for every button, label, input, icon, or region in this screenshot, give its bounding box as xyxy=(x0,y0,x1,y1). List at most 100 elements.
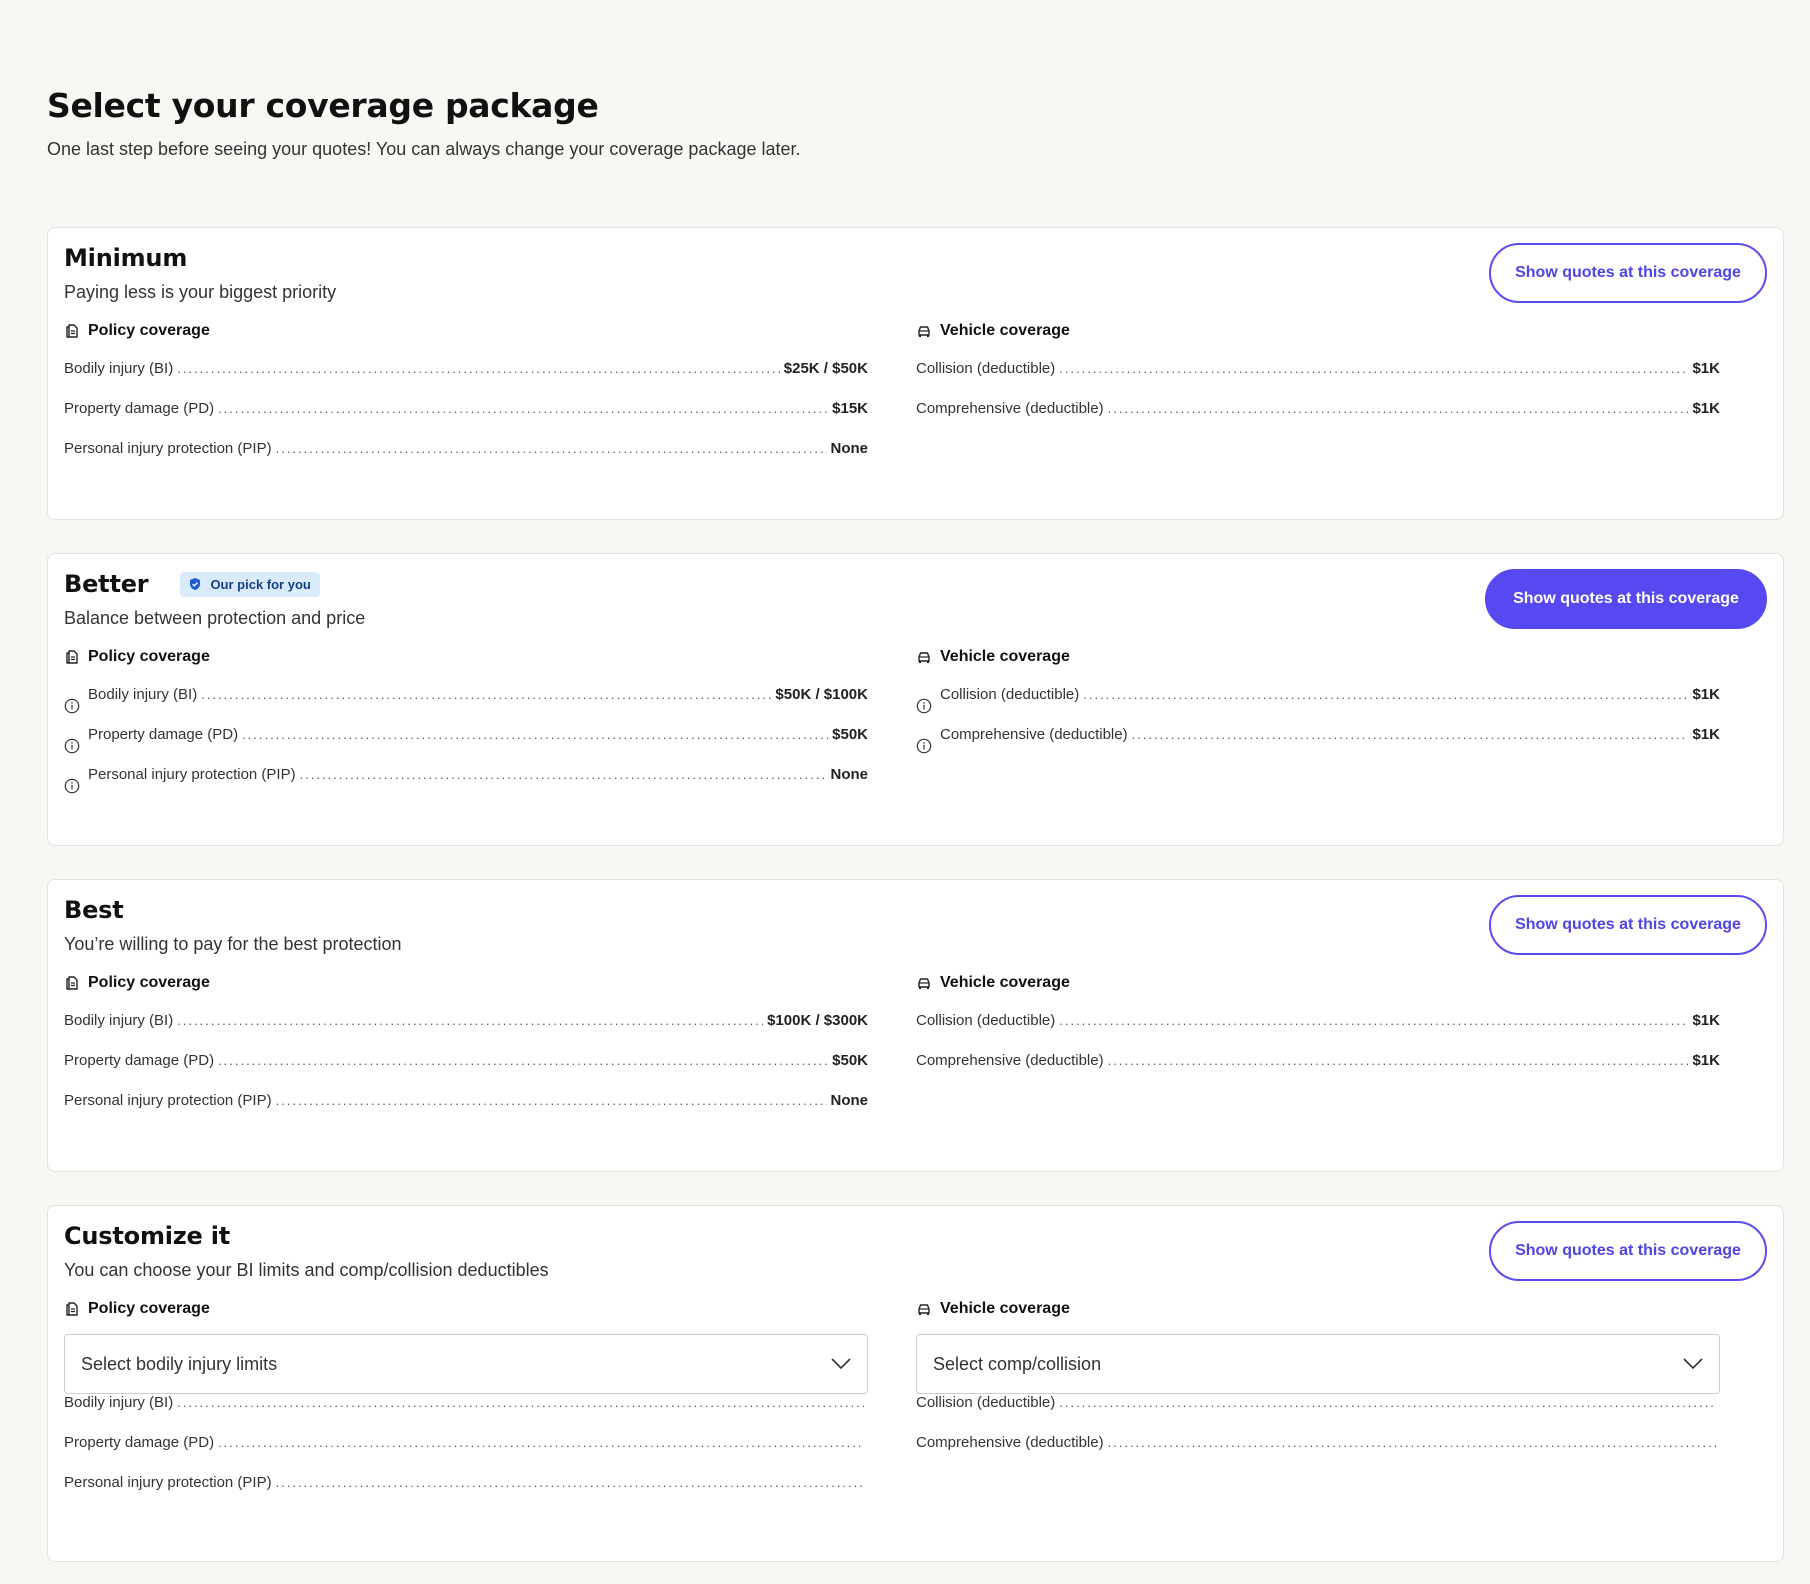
comp-collision-select[interactable]: Select comp/collision xyxy=(916,1334,1720,1394)
policy-coverage-section: Policy coverage Bodily injury (BI)......… xyxy=(64,646,868,806)
section-heading: Vehicle coverage xyxy=(940,974,1070,991)
coverage-row: Bodily injury (BI)......................… xyxy=(64,686,868,726)
shield-check-icon xyxy=(190,578,201,590)
chevron-down-icon xyxy=(1683,1354,1703,1375)
section-heading: Policy coverage xyxy=(88,974,210,991)
bodily-injury-limits-select[interactable]: Select bodily injury limits xyxy=(64,1334,868,1394)
document-icon xyxy=(64,649,80,665)
coverage-label: Property damage (PD) xyxy=(64,400,215,417)
leader-dots: ........................................… xyxy=(1107,401,1689,416)
coverage-row: Comprehensive (deductible)..............… xyxy=(916,1052,1720,1092)
coverage-value: $1K xyxy=(1692,1012,1720,1029)
coverage-label: Personal injury protection (PIP) xyxy=(64,440,272,457)
coverage-row: Comprehensive (deductible)..............… xyxy=(916,400,1720,440)
coverage-label: Collision (deductible) xyxy=(940,686,1080,703)
document-icon xyxy=(64,975,80,991)
coverage-label: Bodily injury (BI) xyxy=(64,1012,174,1029)
leader-dots: ........................................… xyxy=(218,1053,829,1068)
coverage-label: Comprehensive (deductible) xyxy=(916,1052,1104,1069)
coverage-row: Personal injury protection (PIP)........… xyxy=(64,1474,868,1514)
leader-dots: ........................................… xyxy=(299,767,827,782)
show-quotes-button-minimum[interactable]: Show quotes at this coverage xyxy=(1489,243,1767,303)
coverage-row: Collision (deductible)..................… xyxy=(916,686,1720,726)
show-quotes-button-customize[interactable]: Show quotes at this coverage xyxy=(1489,1221,1767,1281)
leader-dots: ........................................… xyxy=(1059,1395,1716,1410)
chevron-down-icon xyxy=(831,1354,851,1375)
coverage-value: $100K / $300K xyxy=(767,1012,868,1029)
coverage-value: None xyxy=(830,766,869,783)
coverage-value: $50K xyxy=(832,1052,868,1069)
recommended-badge: Our pick for you xyxy=(180,571,320,597)
section-heading: Vehicle coverage xyxy=(940,648,1070,665)
info-icon[interactable] xyxy=(64,738,80,754)
leader-dots: ........................................… xyxy=(177,1013,764,1028)
package-card-best: Best You’re willing to pay for the best … xyxy=(47,879,1784,1172)
package-card-customize: Customize it You can choose your BI limi… xyxy=(47,1205,1784,1562)
leader-dots: ........................................… xyxy=(218,401,829,416)
leader-dots: ........................................… xyxy=(1131,727,1689,742)
coverage-row: Property damage (PD)....................… xyxy=(64,400,868,440)
coverage-row: Personal injury protection (PIP)........… xyxy=(64,766,868,806)
policy-coverage-section: Policy coverage Bodily injury (BI)......… xyxy=(64,320,868,480)
coverage-label: Personal injury protection (PIP) xyxy=(64,1474,272,1491)
select-value: Select comp/collision xyxy=(933,1353,1102,1374)
badge-label: Our pick for you xyxy=(210,576,311,592)
show-quotes-button-better[interactable]: Show quotes at this coverage xyxy=(1485,569,1767,629)
section-heading: Vehicle coverage xyxy=(940,322,1070,339)
leader-dots: ........................................… xyxy=(1059,1013,1688,1028)
card-title: Minimum xyxy=(64,244,188,272)
coverage-label: Collision (deductible) xyxy=(916,360,1056,377)
coverage-row: Collision (deductible)..................… xyxy=(916,1394,1720,1434)
coverage-row: Collision (deductible)..................… xyxy=(916,360,1720,400)
info-icon[interactable] xyxy=(64,698,80,714)
coverage-value: $1K xyxy=(1692,686,1720,703)
policy-coverage-section: Policy coverage Select bodily injury lim… xyxy=(64,1298,868,1514)
leader-dots: ........................................… xyxy=(218,1435,864,1450)
package-card-minimum: Minimum Paying less is your biggest prio… xyxy=(47,227,1784,520)
leader-dots: ........................................… xyxy=(177,1395,864,1410)
card-subtitle: Balance between protection and price xyxy=(64,608,366,628)
card-title: Better xyxy=(64,570,149,598)
coverage-value: $25K / $50K xyxy=(783,360,868,377)
car-icon xyxy=(916,649,932,665)
coverage-value: $50K / $100K xyxy=(775,686,868,703)
vehicle-coverage-section: Vehicle coverage Collision (deductible).… xyxy=(916,972,1720,1092)
info-icon[interactable] xyxy=(64,778,80,794)
card-subtitle: Paying less is your biggest priority xyxy=(64,282,337,302)
coverage-row: Collision (deductible)..................… xyxy=(916,1012,1720,1052)
vehicle-coverage-section: Vehicle coverage Select comp/collision C… xyxy=(916,1298,1720,1474)
coverage-row: Comprehensive (deductible)..............… xyxy=(916,726,1720,766)
coverage-value: $50K xyxy=(832,726,868,743)
coverage-row: Property damage (PD)....................… xyxy=(64,726,868,766)
card-subtitle: You can choose your BI limits and comp/c… xyxy=(64,1260,549,1280)
show-quotes-button-best[interactable]: Show quotes at this coverage xyxy=(1489,895,1767,955)
coverage-label: Personal injury protection (PIP) xyxy=(64,1092,272,1109)
leader-dots: ........................................… xyxy=(1107,1435,1716,1450)
coverage-label: Collision (deductible) xyxy=(916,1394,1056,1411)
coverage-label: Bodily injury (BI) xyxy=(64,1394,174,1411)
car-icon xyxy=(916,975,932,991)
coverage-row: Comprehensive (deductible)..............… xyxy=(916,1434,1720,1474)
coverage-label: Collision (deductible) xyxy=(916,1012,1056,1029)
coverage-label: Bodily injury (BI) xyxy=(64,360,174,377)
coverage-label: Property damage (PD) xyxy=(64,1052,215,1069)
coverage-value: $15K xyxy=(832,400,868,417)
coverage-label: Bodily injury (BI) xyxy=(88,686,198,703)
card-subtitle: You’re willing to pay for the best prote… xyxy=(64,934,402,954)
leader-dots: ........................................… xyxy=(242,727,829,742)
select-value: Select bodily injury limits xyxy=(81,1353,278,1374)
coverage-value: $1K xyxy=(1692,1052,1720,1069)
vehicle-coverage-section: Vehicle coverage Collision (deductible).… xyxy=(916,646,1720,766)
info-icon[interactable] xyxy=(916,738,932,754)
leader-dots: ........................................… xyxy=(201,687,772,702)
coverage-row: Property damage (PD)....................… xyxy=(64,1052,868,1092)
info-icon[interactable] xyxy=(916,698,932,714)
section-heading: Vehicle coverage xyxy=(940,1300,1070,1317)
leader-dots: ........................................… xyxy=(1059,361,1688,376)
coverage-row: Bodily injury (BI)......................… xyxy=(64,360,868,400)
section-heading: Policy coverage xyxy=(88,1300,210,1317)
leader-dots: ........................................… xyxy=(275,1093,827,1108)
coverage-value: None xyxy=(830,440,869,457)
leader-dots: ........................................… xyxy=(275,441,827,456)
coverage-row: Bodily injury (BI)......................… xyxy=(64,1394,868,1434)
